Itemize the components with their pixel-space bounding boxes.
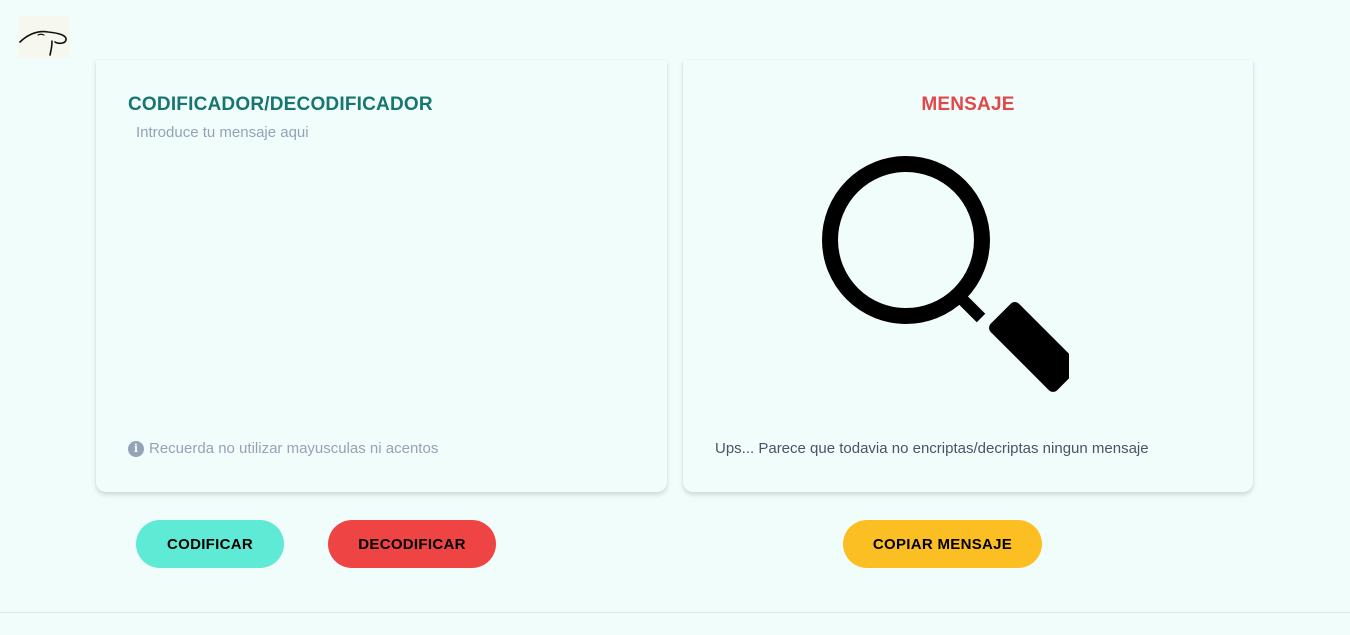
app-page: CODIFICADOR/DECODIFICADOR i Recuerda no … — [0, 0, 1350, 635]
encode-button[interactable]: CODIFICAR — [136, 520, 284, 568]
copy-message-button[interactable]: COPIAR MENSAJE — [843, 520, 1042, 568]
encoder-title: CODIFICADOR/DECODIFICADOR — [128, 94, 433, 115]
message-input[interactable] — [136, 124, 636, 414]
info-icon: i — [128, 440, 144, 457]
empty-message-text: Ups... Parece que todavia no encriptas/d… — [715, 440, 1149, 457]
hint-text: Recuerda no utilizar mayusculas ni acent… — [149, 440, 439, 457]
hint-row: i Recuerda no utilizar mayusculas ni ace… — [128, 440, 438, 457]
footer-divider — [0, 612, 1350, 613]
signature-logo-icon[interactable] — [18, 16, 70, 58]
encoder-card: CODIFICADOR/DECODIFICADOR i Recuerda no … — [96, 60, 667, 492]
magnifier-icon — [819, 154, 1079, 404]
output-card: MENSAJE Ups... Parece que todavia no enc… — [683, 60, 1253, 492]
output-title: MENSAJE — [921, 94, 1015, 115]
decode-button[interactable]: DECODIFICAR — [328, 520, 496, 568]
